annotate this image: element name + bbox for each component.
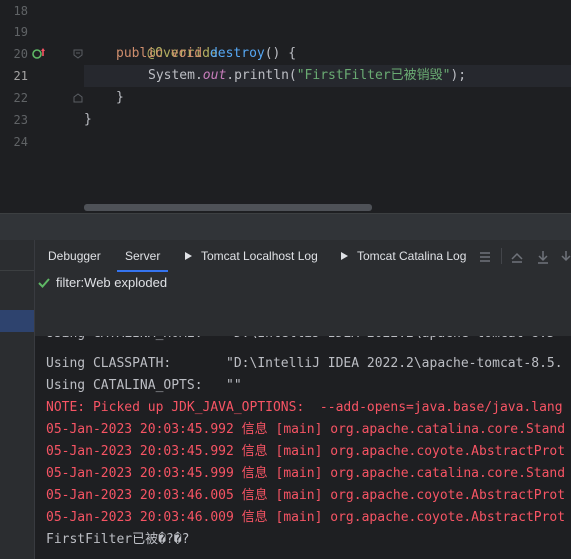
- tree-item-label: filter:Web exploded: [56, 275, 168, 290]
- menu-icon[interactable]: [478, 250, 492, 264]
- fold-marker-icon[interactable]: [73, 49, 83, 59]
- console-line: 05-Jan-2023 20:03:45.992 信息 [main] org.a…: [46, 422, 566, 437]
- code-editor[interactable]: 18 19 20 21 22 23 24 @Override public vo…: [0, 0, 571, 213]
- line-number: 24: [13, 135, 28, 149]
- console-line: 05-Jan-2023 20:03:45.992 信息 [main] org.a…: [46, 444, 566, 459]
- code-text: () {: [264, 46, 297, 61]
- tab-server[interactable]: Server: [116, 240, 169, 272]
- static-field: out: [202, 68, 227, 83]
- console-line: Using CATALINA_HOME: "D:\IntelliJ IDEA 2…: [46, 336, 555, 345]
- scroll-up-icon[interactable]: [510, 250, 524, 264]
- code-line-22: }: [116, 90, 124, 105]
- line-number: 18: [13, 4, 28, 18]
- code-text: System.: [148, 68, 203, 83]
- string-literal: "FirstFilter已被销毁": [296, 68, 451, 83]
- code-line-23: }: [84, 112, 92, 127]
- editor-gutter: 18 19 20 21 22 23 24: [0, 0, 84, 213]
- override-method-icon[interactable]: [32, 48, 46, 60]
- line-number: 21: [13, 69, 28, 83]
- check-icon: [38, 278, 50, 288]
- toolbar-separator: [501, 248, 502, 264]
- download-icon[interactable]: [536, 250, 550, 264]
- console-line: Using CATALINA_OPTS: "": [46, 378, 242, 393]
- scroll-to-end-icon[interactable]: [559, 250, 571, 264]
- code-text: .println(: [226, 68, 297, 83]
- console-icon: [341, 252, 348, 260]
- console-line: 05-Jan-2023 20:03:46.005 信息 [main] org.a…: [46, 488, 566, 503]
- line-number: 19: [13, 25, 28, 39]
- services-tree-strip: [0, 240, 35, 559]
- tab-debugger[interactable]: Debugger: [48, 240, 101, 272]
- tab-label: Debugger: [48, 249, 101, 263]
- code-line-21: System.out.println("FirstFilter已被销毁");: [148, 65, 466, 87]
- tab-label: Tomcat Localhost Log: [201, 249, 318, 263]
- run-tool-tabs: Debugger Server Tomcat Localhost Log Tom…: [35, 240, 571, 273]
- horizontal-scrollbar[interactable]: [84, 204, 372, 211]
- keyword: public: [116, 46, 163, 61]
- line-number: 23: [13, 113, 28, 127]
- console-icon: [185, 252, 192, 260]
- fold-end-marker-icon[interactable]: [73, 93, 83, 103]
- console-line: FirstFilter已被�?�?: [46, 532, 190, 547]
- console-output[interactable]: Using CATALINA_HOME: "D:\IntelliJ IDEA 2…: [35, 336, 571, 559]
- line-number: 22: [13, 91, 28, 105]
- selected-row-indicator[interactable]: [0, 310, 34, 332]
- method-name: destroy: [209, 46, 265, 61]
- deployment-tree: filter:Web exploded: [35, 272, 571, 336]
- tab-label: Server: [125, 249, 161, 263]
- code-text: );: [450, 68, 467, 83]
- code-line-20: public void destroy() {: [116, 43, 296, 65]
- code-line-19: @Override: [116, 21, 217, 61]
- keyword: void: [170, 46, 203, 61]
- tab-tomcat-localhost-log[interactable]: Tomcat Localhost Log: [183, 240, 318, 272]
- panel-splitter[interactable]: [0, 213, 571, 241]
- console-line: Using CLASSPATH: "D:\IntelliJ IDEA 2022.…: [46, 356, 563, 371]
- line-number: 20: [13, 47, 28, 61]
- tab-tomcat-catalina-log[interactable]: Tomcat Catalina Log: [339, 240, 466, 272]
- divider: [0, 270, 34, 271]
- console-line: 05-Jan-2023 20:03:46.009 信息 [main] org.a…: [46, 510, 566, 525]
- tab-label: Tomcat Catalina Log: [357, 249, 467, 263]
- console-line: 05-Jan-2023 20:03:45.999 信息 [main] org.a…: [46, 466, 566, 481]
- console-line: NOTE: Picked up JDK_JAVA_OPTIONS: --add-…: [46, 400, 563, 415]
